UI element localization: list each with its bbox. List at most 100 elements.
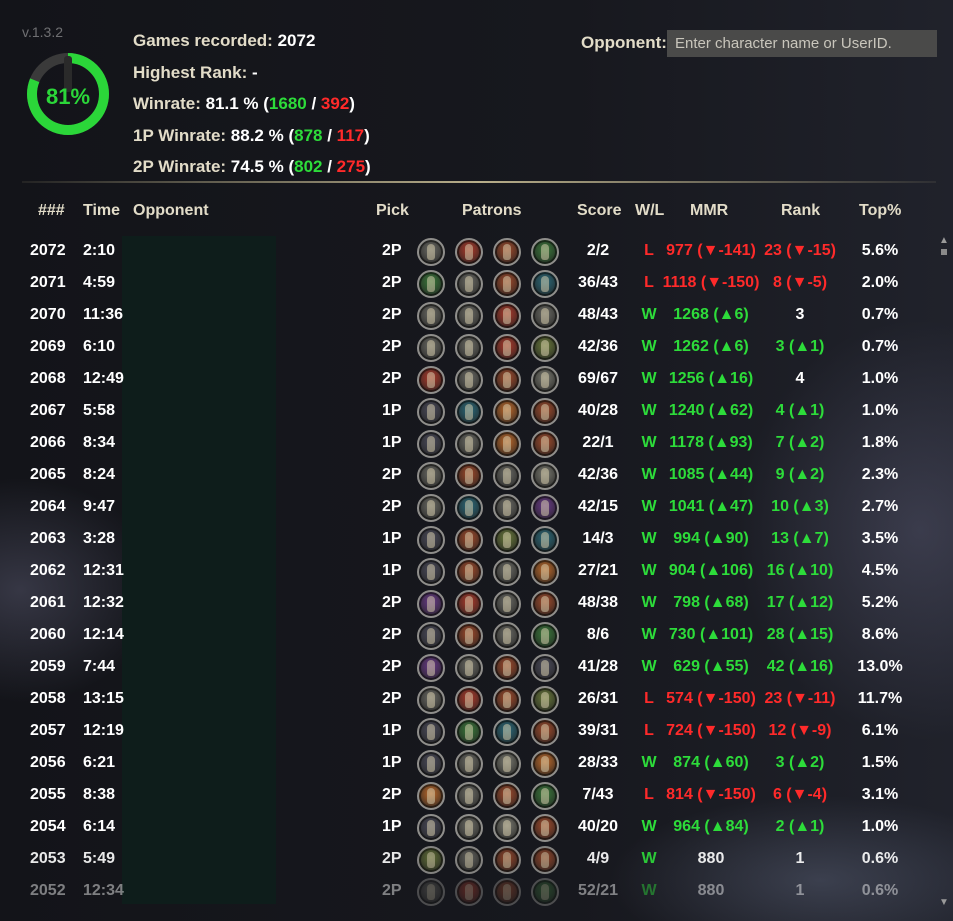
header-pick[interactable]: Pick xyxy=(376,202,409,220)
table-row[interactable]: 2056 6:21 1P 28/33 W 874 (▲60) 3 (▲2) 1.5% xyxy=(0,747,935,779)
table-row[interactable]: 2072 2:10 2P 2/2 L 977 (▼-141) 23 (▼-15) 5.6% xyxy=(0,235,935,267)
rank-delta: ▲2 xyxy=(794,754,820,771)
winrate: Winrate: 81.1 % (1680 / 392) xyxy=(133,94,355,113)
row-top-percent: 1.5% xyxy=(861,754,899,771)
winrate-label: Winrate: xyxy=(133,94,201,113)
table-row[interactable]: 2067 5:58 1P 40/28 W 1240 (▲62) 4 (▲1) 1.0% xyxy=(0,395,935,427)
row-patrons xyxy=(417,813,567,842)
table-row[interactable]: 2062 12:31 1P 27/21 W 904 (▲106) 16 (▲10) 4.5% xyxy=(0,555,935,587)
mmr-delta: ▼-150 xyxy=(702,722,751,739)
table-row[interactable]: 2053 5:49 2P 4/9 W 880 1 0.6% xyxy=(0,843,935,875)
table-row[interactable]: 2070 11:36 2P 48/43 W 1268 (▲6) 3 0.7% xyxy=(0,299,935,331)
row-patrons xyxy=(417,301,567,330)
mmr-delta: ▼-150 xyxy=(702,786,751,803)
row-top-percent: 1.0% xyxy=(861,818,899,835)
mmr-value: 994 xyxy=(673,530,700,547)
patron-icon xyxy=(531,654,559,682)
table-row[interactable]: 2059 7:44 2P 41/28 W 629 (▲55) 42 (▲16) 13.0% xyxy=(0,651,935,683)
row-patrons xyxy=(417,365,567,394)
patron-icon xyxy=(493,750,521,778)
patron-icon xyxy=(417,398,445,426)
patron-icon xyxy=(455,878,483,906)
patron-icon xyxy=(417,302,445,330)
table-row[interactable]: 2052 12:34 2P 52/21 W 880 1 0.6% xyxy=(0,875,935,907)
patron-icon xyxy=(455,270,483,298)
row-patrons xyxy=(417,333,567,362)
row-time: 4:59 xyxy=(83,274,116,291)
table-header: ### Time Opponent Pick Patrons Score W/L… xyxy=(0,200,953,224)
scrollbar[interactable]: ▲ ▼ xyxy=(938,236,950,908)
header-num[interactable]: ### xyxy=(38,202,65,220)
row-mmr: 1262 (▲6) xyxy=(673,338,749,355)
row-rank: 4 (▲1) xyxy=(775,402,825,419)
table-row[interactable]: 2057 12:19 1P 39/31 L 724 (▼-150) 12 (▼-9) 6.1% xyxy=(0,715,935,747)
patron-icon xyxy=(455,718,483,746)
scroll-down-icon[interactable]: ▼ xyxy=(938,898,950,908)
scroll-up-icon[interactable]: ▲ xyxy=(938,236,950,246)
row-time: 6:21 xyxy=(83,754,116,771)
header-patrons[interactable]: Patrons xyxy=(462,202,522,220)
patron-icon xyxy=(455,398,483,426)
table-row[interactable]: 2063 3:28 1P 14/3 W 994 (▲90) 13 (▲7) 3.5% xyxy=(0,523,935,555)
row-rank: 23 (▼-11) xyxy=(764,690,836,707)
header-opponent[interactable]: Opponent xyxy=(133,202,209,220)
mmr-delta: ▲16 xyxy=(714,370,748,387)
table-row[interactable]: 2060 12:14 2P 8/6 W 730 (▲101) 28 (▲15) 8.6% xyxy=(0,619,935,651)
match-table-body: 2072 2:10 2P 2/2 L 977 (▼-141) 23 (▼-15) 5.6% 20… xyxy=(0,235,935,907)
patron-icon xyxy=(493,782,521,810)
row-patrons xyxy=(417,717,567,746)
row-top-percent: 1.8% xyxy=(861,434,899,451)
mmr-value: 1178 xyxy=(669,434,704,451)
header-score[interactable]: Score xyxy=(577,202,621,220)
table-row[interactable]: 2065 8:24 2P 42/36 W 1085 (▲44) 9 (▲2) 2.3% xyxy=(0,459,935,491)
header-time[interactable]: Time xyxy=(83,202,120,220)
table-row[interactable]: 2055 8:38 2P 7/43 L 814 (▼-150) 6 (▼-4) 3.1% xyxy=(0,779,935,811)
mmr-delta: ▲101 xyxy=(705,626,748,643)
patron-icon xyxy=(417,814,445,842)
rank-value: 28 xyxy=(766,626,785,643)
row-pick: 2P xyxy=(382,850,402,867)
row-top-percent: 5.6% xyxy=(861,242,899,259)
rank-value: 7 xyxy=(775,434,785,451)
mmr-delta: ▲6 xyxy=(718,338,744,355)
patron-icon xyxy=(493,558,521,586)
row-number: 2060 xyxy=(30,626,66,643)
row-patrons xyxy=(417,621,567,650)
patron-icon xyxy=(417,622,445,650)
row-top-percent: 1.0% xyxy=(861,370,899,387)
row-top-percent: 5.2% xyxy=(861,594,899,611)
row-patrons xyxy=(417,845,567,874)
table-row[interactable]: 2068 12:49 2P 69/67 W 1256 (▲16) 4 1.0% xyxy=(0,363,935,395)
scroll-thumb[interactable] xyxy=(941,249,947,255)
header-rank[interactable]: Rank xyxy=(781,202,820,220)
header-mmr[interactable]: MMR xyxy=(690,202,728,220)
header-top[interactable]: Top% xyxy=(859,202,901,220)
patron-icon xyxy=(455,430,483,458)
patron-icon xyxy=(493,814,521,842)
row-number: 2071 xyxy=(30,274,66,291)
patron-icon xyxy=(455,750,483,778)
row-top-percent: 4.5% xyxy=(861,562,899,579)
opponent-search-input[interactable] xyxy=(667,30,937,57)
row-time: 8:24 xyxy=(83,466,116,483)
mmr-delta: ▼-150 xyxy=(706,274,755,291)
row-time: 2:10 xyxy=(83,242,116,259)
patron-icon xyxy=(531,462,559,490)
table-row[interactable]: 2064 9:47 2P 42/15 W 1041 (▲47) 10 (▲3) 2.7% xyxy=(0,491,935,523)
table-row[interactable]: 2069 6:10 2P 42/36 W 1262 (▲6) 3 (▲1) 0.7% xyxy=(0,331,935,363)
table-row[interactable]: 2054 6:14 1P 40/20 W 964 (▲84) 2 (▲1) 1.0% xyxy=(0,811,935,843)
row-mmr: 964 (▲84) xyxy=(673,818,749,835)
row-score: 22/1 xyxy=(582,434,614,451)
row-top-percent: 0.7% xyxy=(861,306,899,323)
table-row[interactable]: 2071 4:59 2P 36/43 L 1118 (▼-150) 8 (▼-5) 2.0% xyxy=(0,267,935,299)
table-row[interactable]: 2058 13:15 2P 26/31 L 574 (▼-150) 23 (▼-11) 11.… xyxy=(0,683,935,715)
row-mmr: 904 (▲106) xyxy=(668,562,754,579)
patron-icon xyxy=(493,654,521,682)
header-wl[interactable]: W/L xyxy=(635,202,664,220)
row-top-percent: 3.5% xyxy=(861,530,899,547)
table-row[interactable]: 2061 12:32 2P 48/38 W 798 (▲68) 17 (▲12) 5.2% xyxy=(0,587,935,619)
row-number: 2065 xyxy=(30,466,66,483)
rank-value: 23 xyxy=(764,690,783,707)
patron-icon xyxy=(531,750,559,778)
table-row[interactable]: 2066 8:34 1P 22/1 W 1178 (▲93) 7 (▲2) 1.8% xyxy=(0,427,935,459)
